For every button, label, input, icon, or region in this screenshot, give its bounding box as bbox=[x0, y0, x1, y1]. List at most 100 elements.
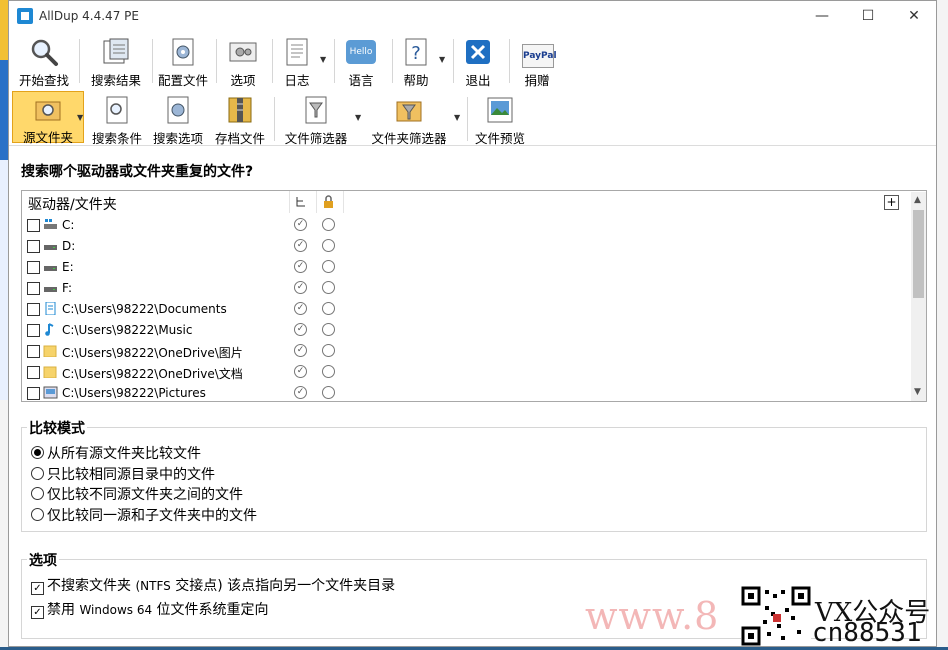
donate-button[interactable]: PayPal 捐赠 bbox=[515, 35, 559, 88]
radio-label: 只比较相同源目录中的文件 bbox=[47, 467, 215, 483]
profile-button[interactable]: 配置文件 bbox=[153, 35, 213, 88]
subfolders-check-icon[interactable]: ✓ bbox=[294, 386, 307, 399]
subfolders-check-icon[interactable]: ✓ bbox=[294, 302, 307, 315]
subfolders-check-icon[interactable]: ✓ bbox=[294, 218, 307, 231]
row-checkbox[interactable] bbox=[27, 345, 40, 358]
archive-label: 存档文件 bbox=[214, 131, 265, 146]
folder-row[interactable]: C:\Users\98222\OneDrive\文档 ✓ bbox=[22, 362, 902, 383]
scrollbar-thumb[interactable] bbox=[913, 210, 924, 298]
compare-mode-option[interactable]: 从所有源文件夹比较文件 bbox=[31, 443, 201, 463]
checkbox-checked-icon[interactable]: ✓ bbox=[31, 606, 44, 619]
folder-icon bbox=[43, 344, 58, 358]
language-label: 语言 bbox=[348, 73, 374, 88]
start-search-button[interactable]: 开始查找 bbox=[11, 35, 77, 88]
folder-row[interactable]: E: ✓ bbox=[22, 257, 902, 278]
row-checkbox[interactable] bbox=[27, 219, 40, 232]
folder-row[interactable]: C:\Users\98222\Pictures ✓ bbox=[22, 383, 902, 401]
folder-filter-button[interactable]: 文件夹筛选器 bbox=[366, 93, 452, 146]
protect-radio[interactable] bbox=[322, 365, 335, 378]
help-button[interactable]: ? 帮助 bbox=[395, 35, 437, 88]
subfolders-check-icon[interactable]: ✓ bbox=[294, 365, 307, 378]
log-button[interactable]: 日志 bbox=[277, 35, 317, 88]
checkbox-checked-icon[interactable]: ✓ bbox=[31, 582, 44, 595]
log-label: 日志 bbox=[284, 73, 310, 88]
language-button[interactable]: Hello 语言 bbox=[339, 35, 383, 88]
subfolders-check-icon[interactable]: ✓ bbox=[294, 344, 307, 357]
search-criteria-icon bbox=[106, 96, 128, 124]
main-toolbar: 开始查找 搜索结果 配置文件 选项 日志 ▼ Hello 语言 ? 帮助 ▼ 退… bbox=[9, 31, 936, 90]
close-button[interactable]: ✕ bbox=[891, 1, 936, 31]
folder-path: C:\Users\98222\Documents bbox=[62, 302, 227, 316]
subfolders-check-icon[interactable]: ✓ bbox=[294, 281, 307, 294]
source-folder-dropdown-arrow[interactable]: ▼ bbox=[77, 113, 83, 122]
svg-text:?: ? bbox=[411, 43, 421, 64]
scroll-up-icon[interactable]: ▲ bbox=[914, 195, 921, 205]
compare-mode-option[interactable]: 仅比较同一源和子文件夹中的文件 bbox=[31, 505, 257, 525]
folder-row[interactable]: D: ✓ bbox=[22, 236, 902, 257]
protect-radio[interactable] bbox=[322, 302, 335, 315]
row-checkbox[interactable] bbox=[27, 366, 40, 379]
protect-radio[interactable] bbox=[322, 239, 335, 252]
radio-icon[interactable] bbox=[31, 508, 44, 521]
file-filter-button[interactable]: 文件筛选器 bbox=[279, 93, 353, 146]
row-checkbox[interactable] bbox=[27, 240, 40, 253]
row-checkbox[interactable] bbox=[27, 324, 40, 337]
search-results-button[interactable]: 搜索结果 bbox=[82, 35, 150, 88]
options-button[interactable]: 选项 bbox=[221, 35, 265, 88]
folder-row[interactable]: C: ✓ bbox=[22, 215, 902, 236]
subfolders-check-icon[interactable]: ✓ bbox=[294, 260, 307, 273]
paypal-icon: PayPal bbox=[522, 44, 557, 68]
folder-filter-icon bbox=[396, 101, 422, 122]
row-checkbox[interactable] bbox=[27, 303, 40, 316]
maximize-button[interactable]: ☐ bbox=[845, 1, 891, 31]
scroll-down-icon[interactable]: ▼ bbox=[914, 387, 921, 397]
radio-icon[interactable] bbox=[31, 467, 44, 480]
folder-row[interactable]: F: ✓ bbox=[22, 278, 902, 299]
no-junction-option[interactable]: ✓ 不搜索文件夹 (NTFS 交接点) 该点指向另一个文件夹目录 bbox=[31, 575, 395, 595]
compare-mode-option[interactable]: 仅比较不同源文件夹之间的文件 bbox=[31, 484, 243, 504]
protect-radio[interactable] bbox=[322, 386, 335, 399]
minimize-button[interactable]: — bbox=[799, 1, 845, 31]
log-dropdown-arrow[interactable]: ▼ bbox=[320, 55, 326, 64]
help-label: 帮助 bbox=[403, 73, 429, 88]
exit-button[interactable]: 退出 bbox=[458, 35, 498, 88]
folder-row[interactable]: C:\Users\98222\OneDrive\图片 ✓ bbox=[22, 341, 902, 362]
folder-filter-label: 文件夹筛选器 bbox=[371, 131, 447, 146]
folder-row[interactable]: C:\Users\98222\Documents ✓ bbox=[22, 299, 902, 320]
search-options-button[interactable]: 搜索选项 bbox=[150, 93, 206, 146]
archive-button[interactable]: 存档文件 bbox=[211, 93, 269, 146]
search-criteria-button[interactable]: 搜索条件 bbox=[89, 93, 145, 146]
search-results-label: 搜索结果 bbox=[90, 73, 141, 88]
subfolder-column-icon[interactable] bbox=[295, 196, 307, 208]
row-checkbox[interactable] bbox=[27, 261, 40, 274]
source-folder-button[interactable]: 源文件夹 bbox=[12, 91, 84, 145]
folder-list[interactable]: 驱动器/文件夹 + C: ✓ D: ✓ E: ✓ F: ✓ C:\Users\98222\Doc… bbox=[21, 190, 927, 402]
radio-selected-icon[interactable] bbox=[31, 446, 44, 459]
source-folder-icon bbox=[35, 101, 61, 121]
row-checkbox[interactable] bbox=[27, 282, 40, 295]
column-header-folder[interactable]: 驱动器/文件夹 bbox=[28, 194, 117, 214]
option-label: 禁用 bbox=[47, 602, 80, 618]
subfolders-check-icon[interactable]: ✓ bbox=[294, 323, 307, 336]
option-label-windows: Windows 64 bbox=[79, 603, 153, 617]
file-preview-label: 文件预览 bbox=[474, 131, 525, 146]
protect-radio[interactable] bbox=[322, 260, 335, 273]
protect-radio[interactable] bbox=[322, 218, 335, 231]
radio-icon[interactable] bbox=[31, 487, 44, 500]
protect-radio[interactable] bbox=[322, 344, 335, 357]
row-checkbox[interactable] bbox=[27, 387, 40, 400]
subfolders-check-icon[interactable]: ✓ bbox=[294, 239, 307, 252]
protect-radio[interactable] bbox=[322, 281, 335, 294]
protect-radio[interactable] bbox=[322, 323, 335, 336]
help-dropdown-arrow[interactable]: ▼ bbox=[439, 55, 445, 64]
disable-redirection-option[interactable]: ✓ 禁用 Windows 64 位文件系统重定向 bbox=[31, 599, 269, 619]
vertical-scrollbar[interactable]: ▲ ▼ bbox=[911, 192, 926, 401]
add-folder-button[interactable]: + bbox=[884, 195, 899, 210]
desktop-background-right bbox=[937, 0, 948, 647]
folder-row[interactable]: C:\Users\98222\Music ✓ bbox=[22, 320, 902, 341]
file-preview-button[interactable]: 文件预览 bbox=[471, 93, 529, 146]
file-filter-dropdown-arrow[interactable]: ▼ bbox=[355, 113, 361, 122]
lock-column-icon[interactable] bbox=[323, 195, 334, 208]
folder-filter-dropdown-arrow[interactable]: ▼ bbox=[454, 113, 460, 122]
compare-mode-option[interactable]: 只比较相同源目录中的文件 bbox=[31, 464, 215, 484]
